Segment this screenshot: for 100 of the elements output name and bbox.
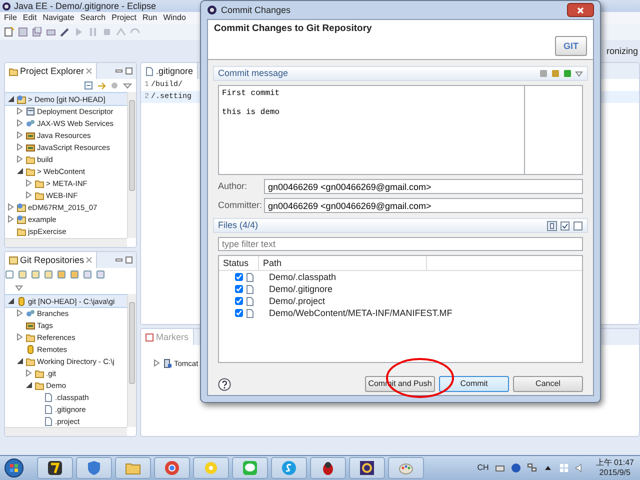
window-title: Java EE - Demo/.gitignore - Eclipse [14, 0, 156, 12]
commit-message-field[interactable]: First commit this is demo [218, 85, 524, 175]
folder-icon [26, 332, 35, 342]
flag-icon[interactable] [558, 463, 569, 473]
new-file-icon[interactable] [4, 27, 14, 37]
filter-field[interactable]: type filter text [218, 237, 583, 251]
collapse-all-icon[interactable] [5, 270, 14, 279]
menu-item[interactable]: Navigate [42, 13, 74, 23]
author-field[interactable]: gn00466269 <gn00466269@gmail.com> [264, 179, 583, 194]
repository-icon [9, 256, 18, 264]
save-all-icon[interactable] [32, 27, 42, 37]
layout-icon[interactable] [96, 270, 105, 279]
view-menu-icon[interactable] [575, 70, 583, 78]
save-icon[interactable] [18, 27, 28, 37]
view-menu-icon[interactable] [15, 284, 23, 292]
view-tab[interactable]: Project Explorer [5, 63, 98, 79]
file-path: Demo/WebContent/META-INF/MANIFEST.MF [269, 308, 452, 318]
row-checkbox[interactable] [235, 309, 243, 317]
taskbar-button[interactable] [37, 457, 73, 479]
menu-item[interactable]: Search [80, 13, 106, 23]
spellcheck-icon[interactable] [539, 69, 548, 78]
section-title: Files (4/4) [218, 220, 258, 231]
horizontal-scrollbar[interactable] [5, 238, 127, 247]
maximize-icon[interactable] [125, 67, 133, 75]
expand-toggle-icon[interactable] [153, 359, 161, 367]
speech-bubble-icon [242, 460, 258, 476]
link-icon[interactable] [97, 81, 106, 90]
menu-item[interactable]: Edit [22, 13, 37, 23]
link-icon[interactable] [70, 270, 79, 279]
git-logo: GIT [555, 36, 587, 56]
repository-create-icon[interactable] [44, 270, 53, 279]
filter-icon[interactable] [110, 81, 119, 90]
ball-icon [164, 460, 180, 476]
repository-add-icon[interactable] [18, 270, 27, 279]
field-label: Committer: [218, 200, 260, 211]
expand-toggle-icon[interactable] [16, 143, 24, 151]
collapse-toggle-icon[interactable] [7, 95, 15, 103]
maximize-icon[interactable] [125, 256, 133, 264]
column-header[interactable]: Status [219, 256, 259, 270]
start-orb-icon[interactable] [4, 458, 24, 478]
committer-field[interactable]: gn00466269 <gn00466269@gmail.com> [264, 198, 583, 213]
dialog-title: Commit Changes [221, 4, 291, 16]
pencil-icon[interactable] [60, 27, 70, 37]
expand-toggle-icon[interactable] [7, 203, 15, 211]
repository-clone-icon[interactable] [31, 270, 40, 279]
collapse-toggle-icon[interactable] [16, 357, 24, 365]
grid-icon[interactable] [563, 69, 572, 78]
vertical-scrollbar[interactable] [127, 92, 136, 238]
collapse-toggle-icon[interactable] [16, 167, 24, 175]
markers-icon [145, 332, 154, 342]
horizontal-scrollbar[interactable] [5, 427, 127, 436]
collapse-all-icon[interactable] [84, 81, 93, 90]
minimize-icon[interactable] [115, 67, 123, 75]
perspective-label[interactable]: ronizing [606, 46, 638, 56]
expand-toggle-icon[interactable] [16, 119, 24, 127]
vertical-scrollbar[interactable] [127, 294, 136, 427]
view-menu-icon[interactable] [123, 81, 132, 90]
close-icon [577, 6, 584, 14]
row-checkbox[interactable] [235, 273, 243, 281]
menu-item[interactable]: Windo [163, 13, 186, 23]
network-icon[interactable] [526, 463, 537, 473]
editor-tab[interactable]: .gitignore [141, 63, 198, 79]
clock-date[interactable]: 2015/9/5 [596, 468, 634, 478]
penguin-icon [320, 460, 336, 476]
list-icon[interactable] [83, 270, 92, 279]
menu-item[interactable]: File [4, 13, 17, 23]
dialog-button[interactable]: Cancel [513, 376, 583, 392]
expand-toggle-icon[interactable] [16, 131, 24, 139]
minimize-icon[interactable] [115, 256, 123, 264]
taskbar-button[interactable] [349, 457, 385, 479]
close-icon[interactable] [86, 257, 92, 263]
check-all-icon[interactable] [560, 220, 570, 230]
sync-icon[interactable] [57, 270, 66, 279]
collapse-toggle-icon[interactable] [25, 381, 33, 389]
expand-toggle-icon[interactable] [25, 191, 33, 199]
project-icon [17, 202, 26, 212]
menu-item[interactable]: Project [112, 13, 137, 23]
taskbar-button[interactable] [310, 457, 346, 479]
uncheck-all-icon[interactable] [573, 220, 583, 230]
language-indicator[interactable]: CH [477, 463, 489, 473]
dialog-button[interactable]: Commit [439, 376, 509, 392]
column-header[interactable]: Path [259, 256, 427, 270]
clock-time[interactable]: 上午 01:47 [596, 458, 634, 468]
close-button[interactable] [567, 3, 594, 17]
expand-toggle-icon[interactable] [16, 333, 24, 341]
row-checkbox[interactable] [235, 297, 243, 305]
print-icon[interactable] [46, 27, 56, 37]
expand-toggle-icon[interactable] [16, 309, 24, 317]
menu-item[interactable]: Run [142, 13, 158, 23]
expand-toggle-icon[interactable] [25, 369, 33, 377]
expand-toggle-icon[interactable] [16, 155, 24, 163]
close-icon[interactable] [86, 68, 92, 74]
expand-toggle-icon[interactable] [7, 215, 15, 223]
view-tab[interactable]: Git Repositories [5, 252, 98, 268]
expand-toggle-icon[interactable] [25, 179, 33, 187]
keyboard-icon[interactable] [494, 463, 505, 473]
row-checkbox[interactable] [235, 285, 243, 293]
collapse-toggle-icon[interactable] [7, 297, 15, 305]
expand-toggle-icon[interactable] [16, 107, 24, 115]
show-untracked-icon[interactable] [547, 220, 557, 230]
